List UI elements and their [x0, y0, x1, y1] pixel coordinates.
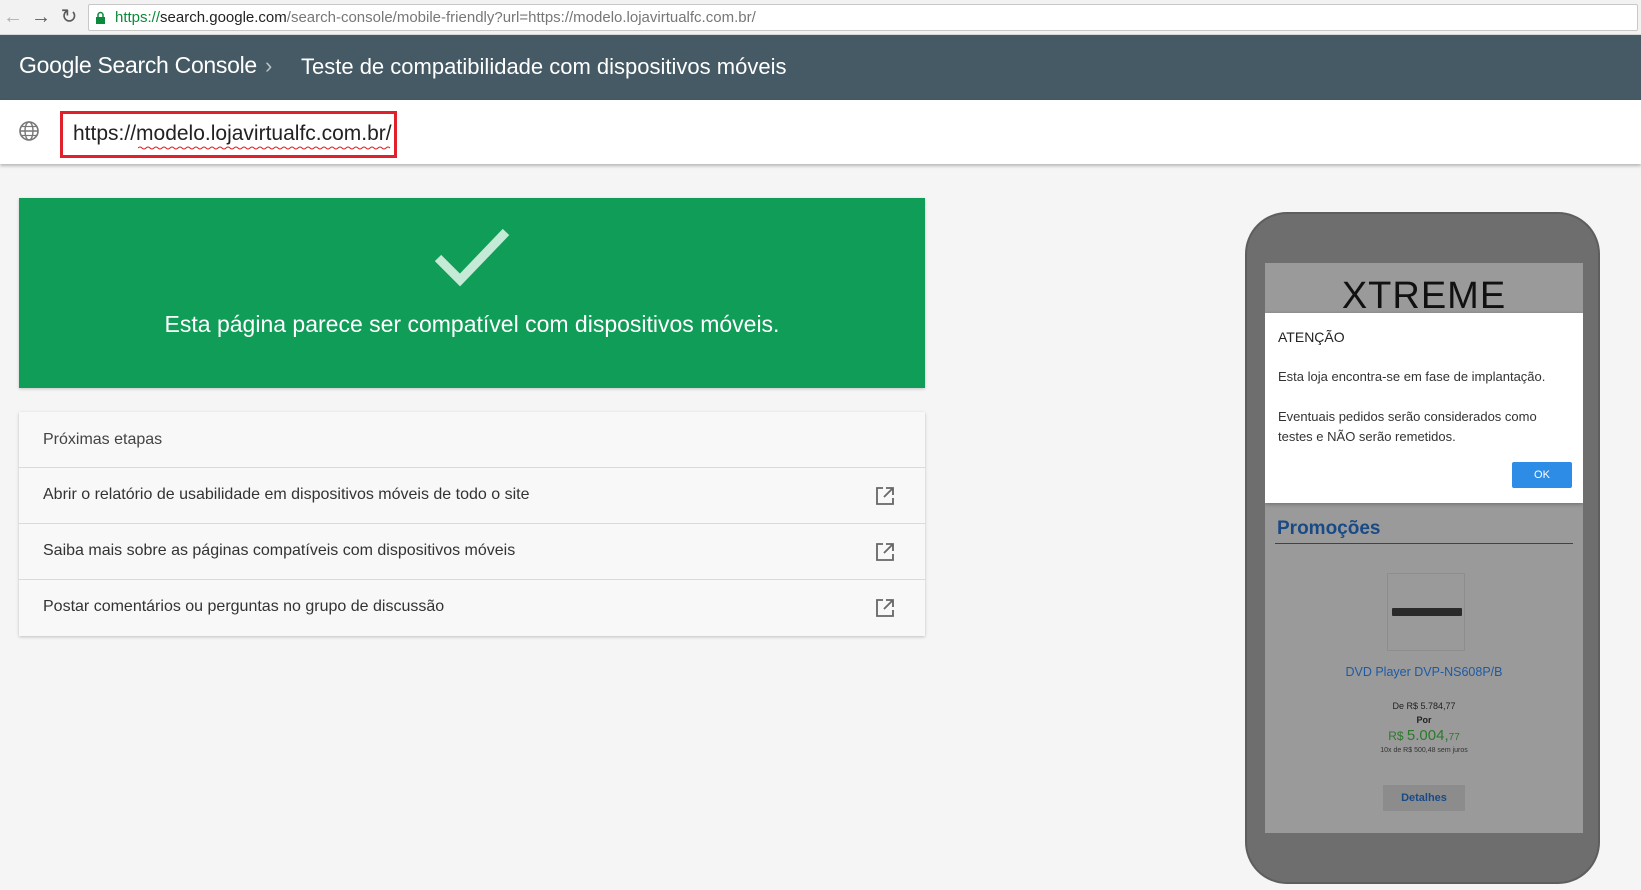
modal-ok-button: OK: [1512, 462, 1572, 488]
chevron-right-icon: ›: [265, 53, 273, 78]
next-step-label: Abrir o relatório de usabilidade em disp…: [43, 486, 530, 503]
address-url: https://search.google.com/search-console…: [115, 9, 756, 26]
brand-product: Search Console: [91, 52, 257, 78]
price-main: 5.004,: [1406, 727, 1449, 744]
checkmark-icon: [434, 228, 510, 287]
tested-url-input[interactable]: https://modelo.lojavirtualfc.com.br/: [73, 122, 392, 146]
arrow-right-icon[interactable]: →: [30, 6, 52, 28]
arrow-left-icon[interactable]: ←: [2, 6, 24, 28]
modal-title: ATENÇÃO: [1278, 329, 1345, 345]
price-from: De R$ 5.784,77: [1392, 701, 1456, 711]
next-step-item[interactable]: Abrir o relatório de usabilidade em disp…: [19, 468, 925, 524]
preview-alert-modal: ATENÇÃO Esta loja encontra-se em fase de…: [1265, 313, 1583, 503]
next-step-item[interactable]: Saiba mais sobre as páginas compatíveis …: [19, 524, 925, 580]
installments-text: 10x de R$ 500,48 sem juros: [1380, 747, 1468, 754]
app-header: Google Search Console › Teste de compati…: [0, 35, 1641, 100]
url-scheme: https://: [115, 9, 161, 26]
address-bar[interactable]: https://search.google.com/search-console…: [88, 4, 1638, 31]
page-title: Teste de compatibilidade com dispositivo…: [301, 54, 787, 79]
tested-url-row: https://modelo.lojavirtualfc.com.br/: [0, 100, 1641, 164]
reload-icon[interactable]: ↻: [58, 6, 80, 28]
product-name: DVD Player DVP-NS608P/B: [1345, 665, 1503, 679]
details-button: Detalhes: [1383, 785, 1465, 811]
modal-text: Esta loja encontra-se em fase de implant…: [1278, 369, 1546, 384]
open-in-new-icon[interactable]: [875, 486, 895, 506]
spellcheck-underline: [138, 146, 391, 150]
price-por-label: Por: [1416, 715, 1432, 725]
lock-icon: [96, 11, 105, 24]
next-steps-title: Próximas etapas: [43, 431, 163, 448]
next-step-item[interactable]: Postar comentários ou perguntas no grupo…: [19, 580, 925, 636]
result-banner: Esta página parece ser compatível com di…: [19, 198, 925, 388]
brand-logo[interactable]: Google Search Console: [19, 52, 257, 79]
site-logo: XTREME: [1341, 275, 1507, 317]
price-cents: 77: [1448, 732, 1460, 743]
next-step-label: Postar comentários ou perguntas no grupo…: [43, 598, 445, 615]
url-path: /search-console/mobile-friendly?url=http…: [286, 9, 756, 26]
modal-text: testes e NÃO serão remetidos.: [1278, 429, 1456, 444]
browser-toolbar: ← → ↻ https://search.google.com/search-c…: [0, 0, 1641, 35]
next-steps-header: Próximas etapas: [19, 412, 925, 468]
price-currency: R$: [1388, 729, 1407, 743]
dvd-player-image: [1392, 608, 1462, 616]
next-steps-card: Próximas etapas Abrir o relatório de usa…: [19, 412, 925, 636]
price-current: R$ 5.004,77: [1265, 727, 1583, 744]
mobile-preview-screen: XTREME ATENÇÃO Esta loja encontra-se em …: [1265, 263, 1583, 833]
product-image: [1387, 573, 1465, 651]
open-in-new-icon[interactable]: [875, 542, 895, 562]
divider: [1275, 543, 1573, 544]
promo-section-title: Promoções: [1277, 518, 1381, 539]
url-host: search.google.com: [160, 9, 287, 26]
brand-google: Google: [19, 52, 92, 78]
globe-icon: [19, 121, 39, 141]
open-in-new-icon[interactable]: [875, 598, 895, 618]
modal-text: Eventuais pedidos serão considerados com…: [1278, 409, 1537, 424]
result-message: Esta página parece ser compatível com di…: [164, 311, 780, 337]
next-step-label: Saiba mais sobre as páginas compatíveis …: [43, 542, 516, 559]
